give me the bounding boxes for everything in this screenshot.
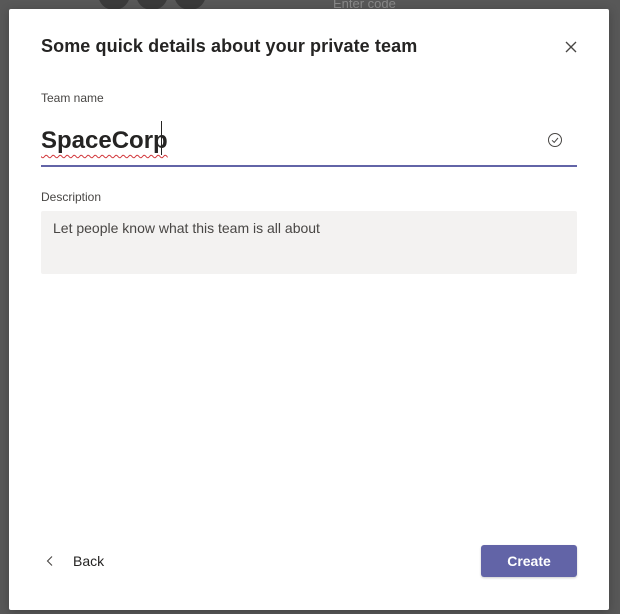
back-button[interactable]: Back — [45, 549, 104, 573]
check-circle-icon — [548, 133, 562, 147]
description-placeholder: Let people know what this team is all ab… — [53, 220, 320, 236]
chevron-left-icon — [46, 556, 53, 566]
close-button[interactable] — [563, 39, 579, 55]
text-caret — [160, 121, 162, 157]
description-label: Description — [41, 190, 102, 204]
description-textarea[interactable]: Let people know what this team is all ab… — [41, 211, 577, 274]
close-icon — [565, 41, 577, 53]
team-name-value: SpaceCorp — [41, 127, 168, 154]
team-name-label: Team name — [41, 91, 104, 105]
team-name-input[interactable]: SpaceCorp — [41, 117, 577, 167]
create-button[interactable]: Create — [481, 545, 577, 577]
create-team-dialog: Some quick details about your private te… — [9, 9, 609, 610]
back-label: Back — [73, 553, 105, 569]
dialog-title: Some quick details about your private te… — [41, 36, 418, 56]
